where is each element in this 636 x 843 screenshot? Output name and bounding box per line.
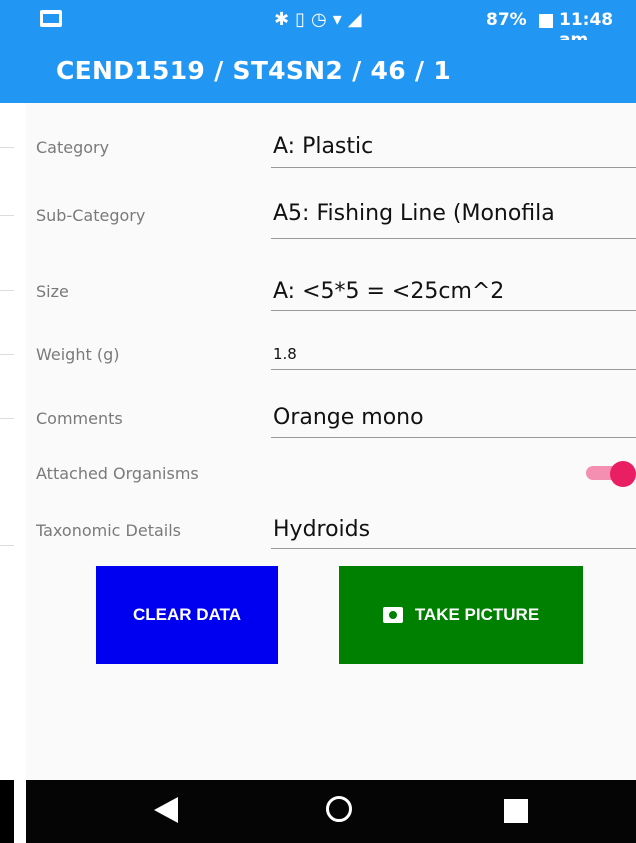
- adjacent-divider: [0, 545, 14, 546]
- home-icon[interactable]: [326, 796, 352, 822]
- phone-screen: ✱▯◷▾◢ 87% 11:48 am CEND1519 / ST4SN2 / 4…: [26, 0, 636, 843]
- battery-percent: 87%: [486, 10, 527, 30]
- battery-icon: [539, 14, 553, 28]
- adjacent-divider: [0, 418, 14, 419]
- taxonomic-details-label: Taxonomic Details: [36, 521, 182, 540]
- vibrate-icon: ▯: [295, 9, 311, 30]
- screen-gap: [14, 103, 26, 843]
- category-select[interactable]: A: Plastic: [273, 134, 636, 159]
- comments-input[interactable]: Orange mono: [273, 405, 636, 430]
- sub-category-label: Sub-Category: [36, 206, 146, 225]
- category-label: Category: [36, 138, 110, 157]
- weight-label: Weight (g): [36, 345, 120, 364]
- recents-icon[interactable]: [504, 799, 528, 823]
- status-icons: ✱▯◷▾◢: [274, 9, 368, 30]
- camera-icon: [382, 607, 403, 623]
- back-icon[interactable]: [154, 797, 178, 823]
- signal-icon: ◢: [347, 9, 368, 30]
- adjacent-divider: [0, 147, 14, 148]
- navigation-bar: [26, 780, 636, 843]
- notification-icon: [40, 10, 62, 27]
- bluetooth-icon: ✱: [274, 9, 296, 30]
- alarm-icon: ◷: [311, 9, 333, 30]
- adjacent-divider: [0, 354, 14, 355]
- wifi-icon: ▾: [332, 9, 348, 30]
- adjacent-nav-bar: [0, 780, 14, 843]
- take-picture-button[interactable]: TAKE PICTURE: [339, 566, 583, 664]
- clear-data-label: CLEAR DATA: [133, 605, 241, 624]
- app-bar: CEND1519 / ST4SN2 / 46 / 1: [26, 40, 636, 103]
- weight-input[interactable]: 1.8: [273, 345, 636, 363]
- sub-category-underline: [271, 238, 636, 239]
- sub-category-select[interactable]: A5: Fishing Line (Monofila: [273, 201, 636, 226]
- comments-label: Comments: [36, 409, 123, 428]
- take-picture-label: TAKE PICTURE: [414, 605, 540, 624]
- adjacent-divider: [0, 215, 14, 216]
- weight-underline: [271, 369, 636, 370]
- size-select[interactable]: A: <5*5 = <25cm^2: [273, 279, 636, 304]
- size-underline: [271, 310, 636, 311]
- size-label: Size: [36, 282, 69, 301]
- toggle-thumb: [610, 461, 636, 487]
- taxonomic-details-input[interactable]: Hydroids: [273, 517, 636, 542]
- category-underline: [271, 167, 636, 168]
- taxonomic-details-underline: [271, 548, 636, 549]
- adjacent-divider: [0, 290, 14, 291]
- attached-organisms-label: Attached Organisms: [36, 464, 199, 483]
- attached-organisms-toggle[interactable]: [586, 461, 636, 487]
- adjacent-app-edge: [0, 0, 26, 843]
- adjacent-app-header: [0, 0, 26, 103]
- comments-underline: [271, 437, 636, 438]
- page-title: CEND1519 / ST4SN2 / 46 / 1: [56, 56, 452, 85]
- status-bar: ✱▯◷▾◢ 87% 11:48 am: [26, 0, 636, 50]
- clear-data-button[interactable]: CLEAR DATA: [96, 566, 278, 664]
